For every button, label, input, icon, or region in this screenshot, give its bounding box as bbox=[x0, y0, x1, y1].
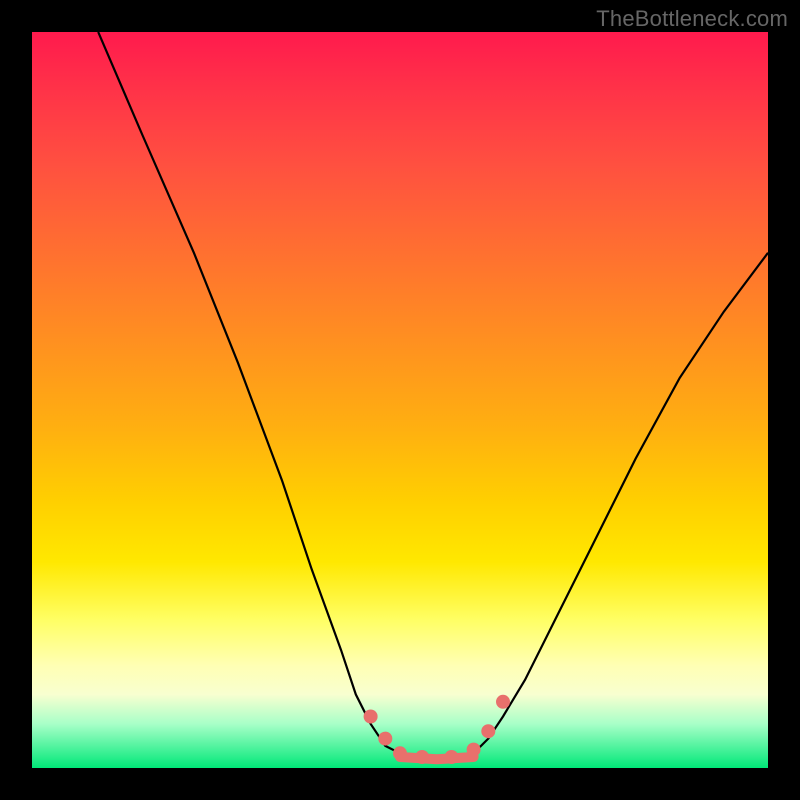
watermark-text: TheBottleneck.com bbox=[596, 6, 788, 32]
marker-dot bbox=[378, 732, 392, 746]
marker-dot bbox=[467, 743, 481, 757]
marker-dot bbox=[415, 750, 429, 764]
marker-dot bbox=[445, 750, 459, 764]
highlight-dots bbox=[364, 695, 510, 764]
curve-left bbox=[98, 32, 400, 753]
marker-dot bbox=[496, 695, 510, 709]
chart-svg bbox=[32, 32, 768, 768]
marker-dot bbox=[364, 710, 378, 724]
plot-area bbox=[32, 32, 768, 768]
outer-frame: TheBottleneck.com bbox=[0, 0, 800, 800]
curve-right bbox=[474, 253, 768, 754]
marker-dot bbox=[393, 746, 407, 760]
flat-bottom bbox=[400, 757, 474, 759]
marker-dot bbox=[481, 724, 495, 738]
